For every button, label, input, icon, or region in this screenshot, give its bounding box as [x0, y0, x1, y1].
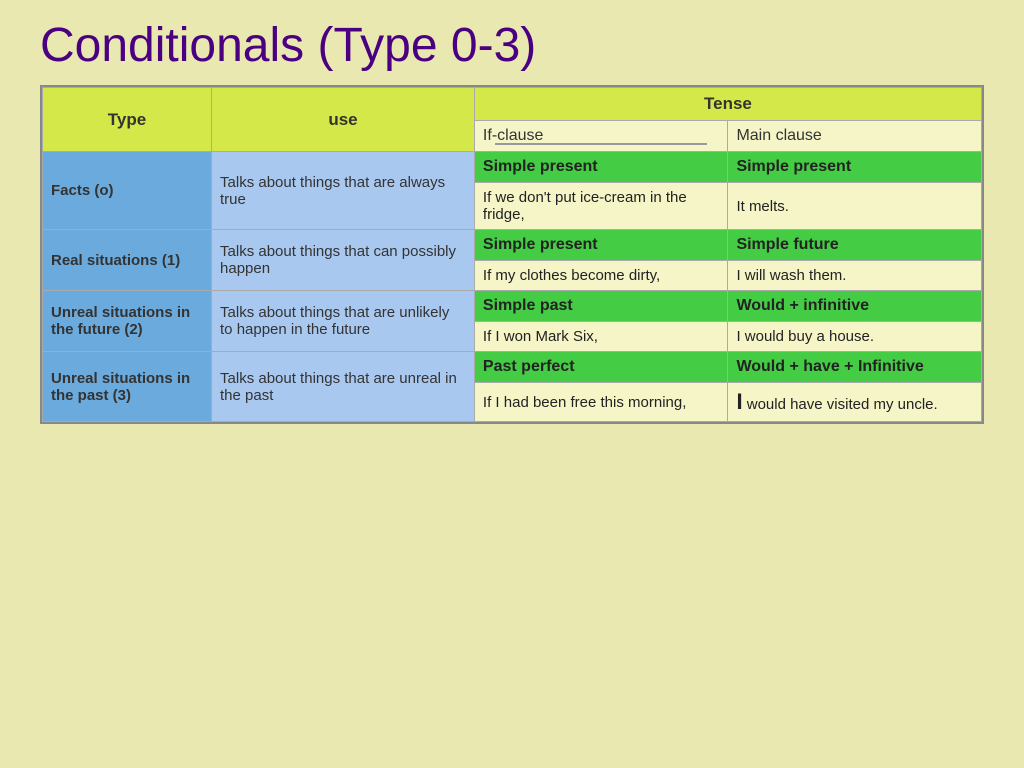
row4-use: Talks about things that are unreal in th… — [212, 352, 475, 422]
row4-tense-if: Past perfect — [474, 352, 728, 383]
row2-type: Real situations (1) — [43, 230, 212, 291]
page-title: Conditionals (Type 0-3) — [40, 10, 984, 85]
table-row: Real situations (1) Talks about things t… — [43, 230, 982, 261]
col-header-tense: Tense — [474, 88, 981, 121]
main-table-wrapper: Type use Tense If-clause Main clause Fac… — [40, 85, 984, 424]
capital-i: I — [736, 389, 742, 414]
table-row: Facts (o) Talks about things that are al… — [43, 152, 982, 183]
row4-type: Unreal situations in the past (3) — [43, 352, 212, 422]
row1-example-main: It melts. — [728, 183, 982, 230]
row2-example-if: If my clothes become dirty, — [474, 261, 728, 291]
col-header-type: Type — [43, 88, 212, 152]
row4-tense-main: Would + have + Infinitive — [728, 352, 982, 383]
table-row: Unreal situations in the future (2) Talk… — [43, 291, 982, 322]
header-row-1: Type use Tense — [43, 88, 982, 121]
row1-tense-if: Simple present — [474, 152, 728, 183]
row1-use: Talks about things that are always true — [212, 152, 475, 230]
row3-use: Talks about things that are unlikely to … — [212, 291, 475, 352]
row4-example-main: I would have visited my uncle. — [728, 383, 982, 422]
row2-example-main: I will wash them. — [728, 261, 982, 291]
col-header-use: use — [212, 88, 475, 152]
divider — [495, 143, 708, 145]
row3-type: Unreal situations in the future (2) — [43, 291, 212, 352]
row3-example-if: If I won Mark Six, — [474, 322, 728, 352]
conditionals-table: Type use Tense If-clause Main clause Fac… — [42, 87, 982, 422]
col-header-main-clause: Main clause — [728, 121, 982, 152]
col-header-if-clause: If-clause — [474, 121, 728, 152]
row2-use: Talks about things that can possibly hap… — [212, 230, 475, 291]
row3-example-main: I would buy a house. — [728, 322, 982, 352]
row4-example-if: If I had been free this morning, — [474, 383, 728, 422]
row1-example-if: If we don't put ice-cream in the fridge, — [474, 183, 728, 230]
row3-tense-main: Would + infinitive — [728, 291, 982, 322]
row2-tense-if: Simple present — [474, 230, 728, 261]
row2-tense-main: Simple future — [728, 230, 982, 261]
table-row: Unreal situations in the past (3) Talks … — [43, 352, 982, 383]
row3-tense-if: Simple past — [474, 291, 728, 322]
row1-type: Facts (o) — [43, 152, 212, 230]
row1-tense-main: Simple present — [728, 152, 982, 183]
row4-example-main-text: would have visited my uncle. — [747, 396, 938, 413]
